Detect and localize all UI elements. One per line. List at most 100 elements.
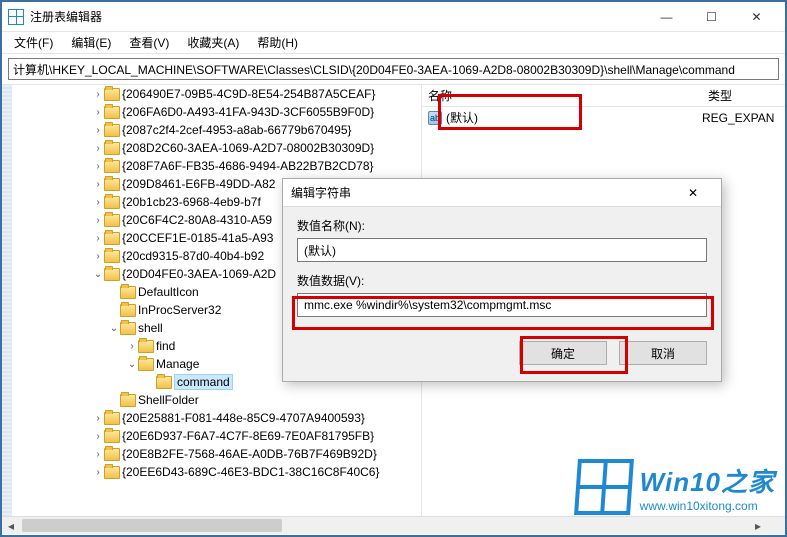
folder-icon xyxy=(104,232,120,245)
chevron-right-icon[interactable]: › xyxy=(92,431,104,442)
dialog-titlebar[interactable]: 编辑字符串 ✕ xyxy=(283,179,721,207)
menu-view[interactable]: 查看(V) xyxy=(121,32,177,53)
tree-item[interactable]: › {20E8B2FE-7568-46AE-A0DB-76B7F469B92D} xyxy=(14,445,421,463)
chevron-right-icon[interactable]: › xyxy=(92,179,104,190)
tree-item-label: {20C6F4C2-80A8-4310-A59 xyxy=(122,213,272,227)
tree-item-label: {208F7A6F-FB35-4686-9494-AB22B7B2CD78} xyxy=(122,159,374,173)
folder-icon xyxy=(104,124,120,137)
folder-icon xyxy=(138,358,154,371)
folder-icon xyxy=(104,142,120,155)
tree-item[interactable]: › {20EE6D43-689C-46E3-BDC1-38C16C8F40C6} xyxy=(14,463,421,481)
folder-icon xyxy=(104,250,120,263)
cancel-button[interactable]: 取消 xyxy=(619,341,707,365)
folder-icon xyxy=(104,412,120,425)
tree-item-label: {206490E7-09B5-4C9D-8E54-254B87A5CEAF} xyxy=(122,87,376,101)
folder-icon xyxy=(104,160,120,173)
tree-item[interactable]: › {20E6D937-F6A7-4C7F-8E69-7E0AF81795FB} xyxy=(14,427,421,445)
folder-icon xyxy=(104,448,120,461)
chevron-right-icon[interactable]: › xyxy=(92,89,104,100)
tree-item-label: {208D2C60-3AEA-1069-A2D7-08002B30309D} xyxy=(122,141,374,155)
window-title: 注册表编辑器 xyxy=(30,8,644,25)
scroll-thumb[interactable] xyxy=(22,519,282,532)
tree-item-label: find xyxy=(156,339,175,353)
tree-item-label: Manage xyxy=(156,357,199,371)
regedit-icon xyxy=(8,9,24,25)
value-name-input[interactable] xyxy=(297,238,707,262)
chevron-right-icon[interactable]: › xyxy=(92,233,104,244)
tree-item-label: {20cd9315-87d0-40b4-b92 xyxy=(122,249,264,263)
tree-item-label: {2087c2f4-2cef-4953-a8ab-66779b670495} xyxy=(122,123,352,137)
chevron-right-icon[interactable]: › xyxy=(92,125,104,136)
string-value-icon: ab xyxy=(428,111,442,125)
tree-item-label: {20b1cb23-6968-4eb9-b7f xyxy=(122,195,261,209)
folder-icon xyxy=(104,268,120,281)
menu-favorites[interactable]: 收藏夹(A) xyxy=(179,32,247,53)
chevron-right-icon[interactable]: › xyxy=(92,251,104,262)
window-buttons: ― ☐ ✕ xyxy=(644,3,779,31)
value-name: (默认) xyxy=(446,109,478,126)
resize-grip[interactable] xyxy=(767,517,785,534)
chevron-right-icon[interactable]: › xyxy=(92,215,104,226)
chevron-right-icon[interactable]: › xyxy=(92,161,104,172)
tree-item[interactable]: › {206490E7-09B5-4C9D-8E54-254B87A5CEAF} xyxy=(14,85,421,103)
folder-icon xyxy=(104,430,120,443)
tree-item[interactable]: › {208D2C60-3AEA-1069-A2D7-08002B30309D} xyxy=(14,139,421,157)
folder-icon xyxy=(120,322,136,335)
value-name-label: 数值名称(N): xyxy=(297,217,707,234)
tree-item-label: ShellFolder xyxy=(138,393,199,407)
window-titlebar: 注册表编辑器 ― ☐ ✕ xyxy=(2,2,785,32)
tree-gutter xyxy=(2,85,12,516)
scroll-left-icon[interactable]: ◂ xyxy=(2,517,20,534)
col-name-header[interactable]: 名称 xyxy=(422,87,702,104)
tree-item-label: {20CCEF1E-0185-41a5-A93 xyxy=(122,231,273,245)
ok-button[interactable]: 确定 xyxy=(519,341,607,365)
chevron-right-icon[interactable]: › xyxy=(92,413,104,424)
chevron-right-icon[interactable]: › xyxy=(92,449,104,460)
maximize-button[interactable]: ☐ xyxy=(689,3,734,31)
folder-icon xyxy=(104,106,120,119)
address-bar-wrap xyxy=(2,54,785,85)
list-header: 名称 类型 xyxy=(422,85,785,107)
tree-item-label: {206FA6D0-A493-41FA-943D-3CF6055B9F0D} xyxy=(122,105,374,119)
chevron-down-icon[interactable]: ⌄ xyxy=(92,269,104,280)
chevron-right-icon[interactable]: › xyxy=(126,341,138,352)
folder-icon xyxy=(104,178,120,191)
tree-item-label: {20EE6D43-689C-46E3-BDC1-38C16C8F40C6} xyxy=(122,465,379,479)
scroll-track[interactable] xyxy=(20,517,749,534)
tree-item-label: {20E25881-F081-448e-85C9-4707A9400593} xyxy=(122,411,365,425)
folder-icon xyxy=(104,466,120,479)
horizontal-scrollbar[interactable]: ◂ ▸ xyxy=(2,516,785,534)
menu-edit[interactable]: 编辑(E) xyxy=(63,32,119,53)
tree-item[interactable]: ShellFolder xyxy=(14,391,421,409)
minimize-button[interactable]: ― xyxy=(644,3,689,31)
close-button[interactable]: ✕ xyxy=(734,3,779,31)
folder-icon xyxy=(138,340,154,353)
col-type-header[interactable]: 类型 xyxy=(702,87,785,104)
tree-item-label: shell xyxy=(138,321,163,335)
chevron-right-icon[interactable]: › xyxy=(92,467,104,478)
menu-help[interactable]: 帮助(H) xyxy=(249,32,306,53)
tree-item-label: {209D8461-E6FB-49DD-A82 xyxy=(122,177,275,191)
folder-icon xyxy=(104,88,120,101)
address-input[interactable] xyxy=(8,58,779,80)
tree-item[interactable]: › {206FA6D0-A493-41FA-943D-3CF6055B9F0D} xyxy=(14,103,421,121)
chevron-right-icon[interactable]: › xyxy=(92,107,104,118)
tree-item[interactable]: › {20E25881-F081-448e-85C9-4707A9400593} xyxy=(14,409,421,427)
folder-icon xyxy=(156,376,172,389)
edit-string-dialog: 编辑字符串 ✕ 数值名称(N): 数值数据(V): 确定 取消 xyxy=(282,178,722,382)
value-data-label: 数值数据(V): xyxy=(297,272,707,289)
dialog-close-button[interactable]: ✕ xyxy=(673,181,713,205)
menu-file[interactable]: 文件(F) xyxy=(6,32,61,53)
scroll-right-icon[interactable]: ▸ xyxy=(749,517,767,534)
chevron-right-icon[interactable]: › xyxy=(92,143,104,154)
chevron-right-icon[interactable]: › xyxy=(92,197,104,208)
chevron-down-icon[interactable]: ⌄ xyxy=(126,359,138,370)
tree-item[interactable]: › {208F7A6F-FB35-4686-9494-AB22B7B2CD78} xyxy=(14,157,421,175)
value-type: REG_EXPAN xyxy=(702,111,779,125)
folder-icon xyxy=(120,304,136,317)
value-data-input[interactable] xyxy=(297,293,707,317)
list-row[interactable]: ab (默认) REG_EXPAN xyxy=(422,107,785,128)
tree-item[interactable]: › {2087c2f4-2cef-4953-a8ab-66779b670495} xyxy=(14,121,421,139)
tree-item-label: {20E6D937-F6A7-4C7F-8E69-7E0AF81795FB} xyxy=(122,429,374,443)
chevron-down-icon[interactable]: ⌄ xyxy=(108,323,120,334)
